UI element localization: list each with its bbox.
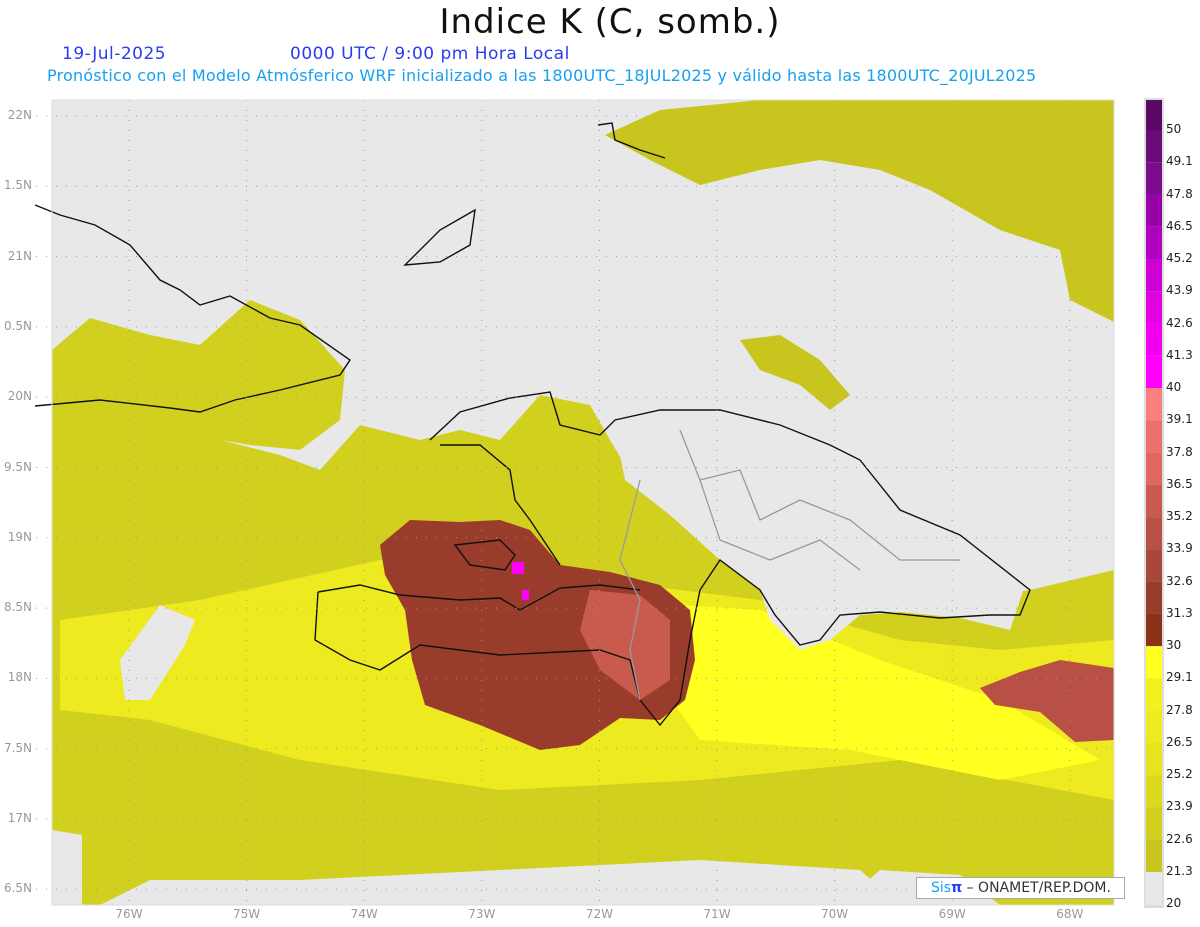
lat-label: 6.5N [3,881,32,896]
lat-label: 1.5N [3,178,32,193]
colorbar-label: 37.8 [1166,444,1193,459]
colorbar-segment [1146,742,1162,776]
lon-label: 70W [821,907,849,921]
lat-label: 18N [7,670,32,685]
colorbar-label: 35.2 [1166,509,1193,524]
colorbar-label: 43.9 [1166,283,1193,298]
colorbar-segment [1146,839,1162,872]
colorbar-label: 23.9 [1166,799,1193,814]
credit-pi: π [951,880,963,896]
colorbar-segment [1146,807,1162,840]
colorbar-segment [1146,194,1162,227]
colorbar-segment [1146,646,1162,679]
colorbar-segment [1146,678,1162,711]
colorbar-label: 33.9 [1166,541,1193,556]
colorbar-label: 40 [1166,380,1182,395]
lon-label: 72W [585,907,613,921]
lon-label: 74W [350,907,378,921]
colorbar-segment [1146,355,1162,389]
colorbar-label: 22.6 [1166,831,1193,846]
lon-label: 68W [1056,907,1084,921]
colorbar-segment [1146,613,1162,647]
colorbar-segment [1146,259,1162,292]
forecast-date: 19-Jul-2025 [62,44,167,64]
colorbar-label: 47.8 [1166,186,1193,201]
lon-label: 76W [115,907,143,921]
colorbar-label: 25.2 [1166,767,1193,782]
lat-label: 22N [7,108,32,122]
colorbar-label: 20 [1166,896,1182,911]
colorbar-segment [1146,100,1162,130]
colorbar-segment [1146,291,1162,324]
colorbar-label: 30 [1166,638,1182,653]
colorbar-label: 32.6 [1166,573,1193,588]
field-magenta-spot [512,562,524,574]
colorbar-segment [1146,388,1162,421]
lon-label: 71W [703,907,731,921]
colorbar-segment [1146,130,1162,163]
lat-label: 9.5N [3,459,32,474]
colorbar-label: 46.5 [1166,218,1193,233]
colorbar-label: 31.3 [1166,605,1193,620]
colorbar-segment [1146,162,1162,195]
lon-label: 69W [938,907,966,921]
field-magenta-spot [522,590,529,600]
forecast-time: 0000 UTC / 9:00 pm Hora Local [290,44,570,64]
colorbar-label: 26.5 [1166,734,1193,749]
colorbar [1144,98,1164,908]
lat-label: 8.5N [3,600,32,615]
map-title: Indice K (C, somb.) [439,2,781,42]
lat-label: 7.5N [3,740,32,755]
colorbar-segment [1146,323,1162,356]
lat-label: 17N [7,811,32,825]
colorbar-label: 39.1 [1166,412,1193,427]
colorbar-label: 49.1 [1166,154,1193,169]
colorbar-segment [1146,581,1162,614]
colorbar-label: 27.8 [1166,702,1193,717]
lat-label: 0.5N [3,318,32,333]
colorbar-label: 21.3 [1166,864,1193,878]
credit-org: – ONAMET/REP.DOM. [962,880,1111,896]
credit-sis: Sis [931,880,952,896]
colorbar-segment [1146,517,1162,550]
lat-label: 21N [7,248,32,263]
colorbar-label: 36.5 [1166,476,1193,491]
colorbar-segment [1146,452,1162,485]
colorbar-label: 45.2 [1166,251,1193,266]
colorbar-segment [1146,710,1162,743]
credit-box: Sisπ – ONAMET/REP.DOM. [916,877,1125,899]
lat-label: 20N [7,389,32,404]
colorbar-label: 29.1 [1166,670,1193,685]
colorbar-segment [1146,420,1162,453]
lon-label: 75W [233,907,261,921]
colorbar-segment [1146,549,1162,582]
colorbar-segment [1146,226,1162,260]
colorbar-segment [1146,775,1162,808]
lon-label: 73W [468,907,496,921]
colorbar-label: 41.3 [1166,347,1193,362]
colorbar-segment [1146,872,1162,905]
forecast-subtitle: Pronóstico con el Modelo Atmósferico WRF… [47,66,1037,85]
k-index-map [34,98,1164,912]
colorbar-segment [1146,484,1162,518]
colorbar-label: 50 [1166,122,1182,136]
lat-label: 19N [7,529,32,544]
colorbar-label: 42.6 [1166,315,1193,330]
